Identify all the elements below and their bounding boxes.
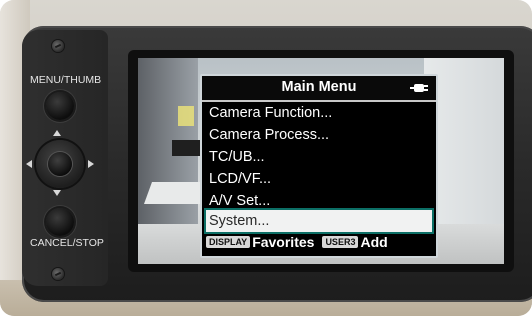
up-arrow-icon (53, 130, 61, 136)
left-arrow-icon (26, 160, 32, 168)
cancel-stop-button[interactable] (46, 208, 74, 236)
down-arrow-icon (53, 190, 61, 196)
menu-title: Main Menu (281, 79, 357, 95)
menu-item-camera-function[interactable]: Camera Function... (206, 102, 432, 124)
live-view-monitor (172, 140, 202, 156)
right-arrow-icon (88, 160, 94, 168)
menu-item-av-set[interactable]: A/V Set... (206, 190, 432, 212)
menu-thumb-label: MENU/THUMB (30, 74, 102, 86)
photo-background: MENU/THUMB CANCEL/STOP Main Menu Camera … (0, 0, 532, 316)
screw-icon (52, 268, 64, 280)
add-label: Add (360, 234, 388, 250)
menu-footer: DISPLAY Favorites USER3 Add (206, 232, 432, 252)
display-button-tag: DISPLAY (206, 236, 251, 248)
ac-power-plug-icon (410, 82, 428, 94)
favorites-label: Favorites (252, 234, 315, 250)
menu-thumb-button[interactable] (46, 92, 74, 120)
menu-item-tc-ub[interactable]: TC/UB... (206, 146, 432, 168)
cancel-stop-label: CANCEL/STOP (30, 237, 104, 249)
menu-item-camera-process[interactable]: Camera Process... (206, 124, 432, 146)
set-button[interactable] (48, 152, 72, 176)
directional-pad[interactable] (36, 140, 84, 188)
screw-icon (52, 40, 64, 52)
main-menu: Main Menu Camera Function... Camera Proc… (200, 74, 438, 258)
menu-title-bar: Main Menu (202, 76, 436, 102)
menu-item-system[interactable]: System... (206, 210, 432, 232)
user3-button-tag: USER3 (322, 236, 359, 248)
menu-item-lcd-vf[interactable]: LCD/VF... (206, 168, 432, 190)
live-view-sticky-note (178, 106, 194, 126)
